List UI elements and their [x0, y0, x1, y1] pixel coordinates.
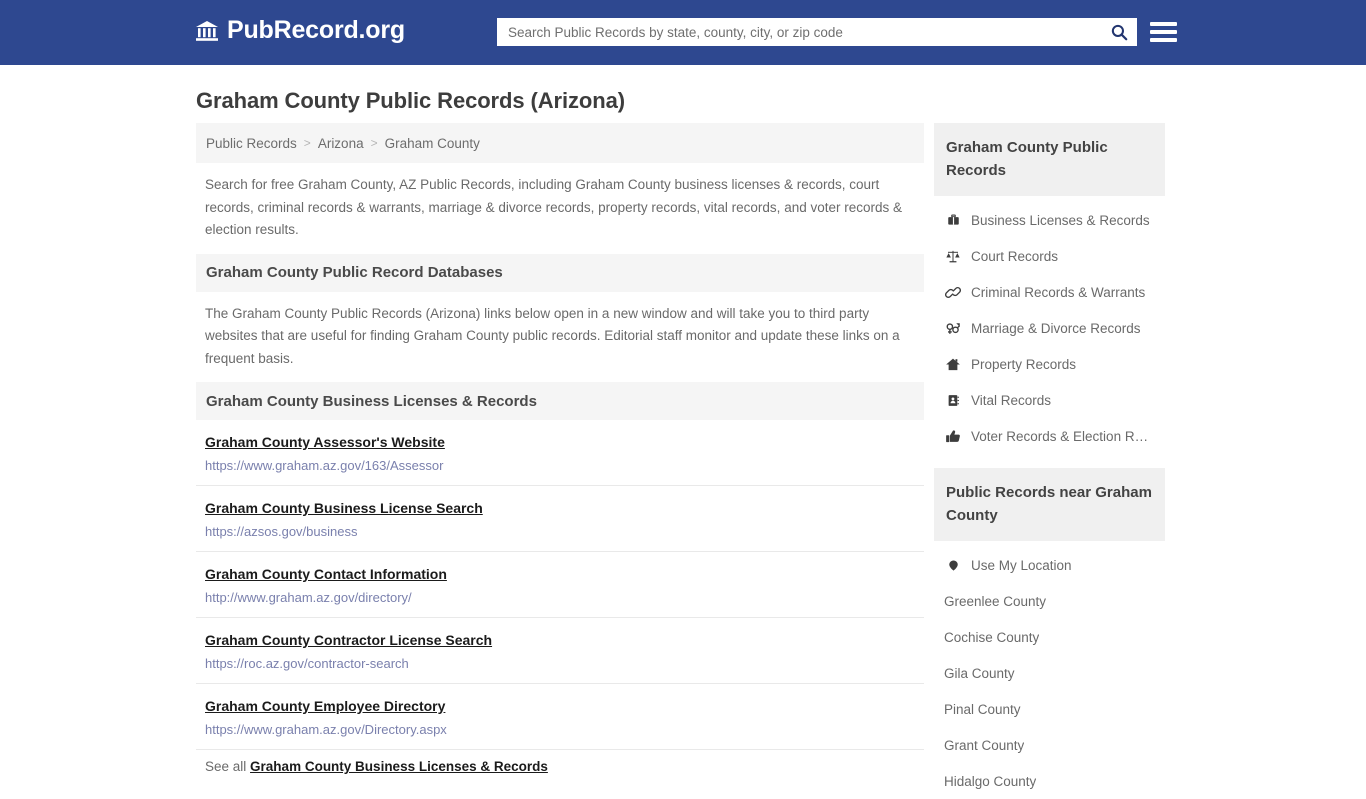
- sidebar-item-pinal-county[interactable]: Pinal County: [934, 691, 1165, 727]
- resource-url-link[interactable]: https://azsos.gov/business: [205, 523, 914, 540]
- sidebar-item-label: Hidalgo County: [944, 773, 1037, 789]
- sidebar-item-business-licenses[interactable]: Business Licenses & Records: [934, 202, 1165, 238]
- sidebar-item-gila-county[interactable]: Gila County: [934, 655, 1165, 691]
- resource-title-link[interactable]: Graham County Business License Search: [205, 499, 483, 518]
- site-logo-link[interactable]: PubRecord.org: [195, 18, 405, 43]
- handcuffs-icon: [944, 284, 962, 300]
- hamburger-menu-icon[interactable]: [1150, 18, 1177, 45]
- see-all-prefix: See all: [205, 759, 247, 774]
- list-item: Graham County Employee Directory https:/…: [196, 684, 924, 750]
- sidebar-item-label: Marriage & Divorce Records: [971, 320, 1141, 336]
- resource-title-link[interactable]: Graham County Employee Directory: [205, 697, 445, 716]
- resource-title-link[interactable]: Graham County Contractor License Search: [205, 631, 492, 650]
- intro-paragraph: Search for free Graham County, AZ Public…: [205, 177, 902, 237]
- bank-icon: [196, 20, 218, 41]
- resource-title-link[interactable]: Graham County Assessor's Website: [205, 433, 445, 452]
- breadcrumb: Public Records > Arizona > Graham County: [196, 123, 924, 163]
- sidebar-item-greenlee-county[interactable]: Greenlee County: [934, 583, 1165, 619]
- sidebar-item-label: Criminal Records & Warrants: [971, 284, 1146, 300]
- breadcrumb-item-arizona[interactable]: Arizona: [318, 136, 364, 151]
- main-content-column: Public Records > Arizona > Graham County…: [196, 123, 924, 784]
- search-button[interactable]: [1102, 19, 1136, 45]
- thumbs-up-icon: [944, 428, 962, 444]
- home-icon: [944, 356, 962, 372]
- databases-paragraph: The Graham County Public Records (Arizon…: [205, 305, 900, 366]
- list-item: Graham County Contractor License Search …: [196, 618, 924, 684]
- venus-mars-icon: [944, 320, 962, 336]
- sidebar-item-use-my-location[interactable]: Use My Location: [934, 547, 1165, 583]
- sidebar-item-vital-records[interactable]: Vital Records: [934, 382, 1165, 418]
- sidebar-item-label: Cochise County: [944, 629, 1040, 645]
- section-heading-databases: Graham County Public Record Databases: [196, 253, 924, 292]
- sidebar-item-voter-records[interactable]: Voter Records & Election R…: [934, 418, 1165, 454]
- hamburger-bar: [1150, 29, 1177, 34]
- sidebar-item-marriage-divorce[interactable]: Marriage & Divorce Records: [934, 310, 1165, 346]
- sidebar-item-court-records[interactable]: Court Records: [934, 238, 1165, 274]
- sidebar-nearby-list: Use My Location Greenlee County Cochise …: [934, 541, 1165, 799]
- breadcrumb-item-public-records[interactable]: Public Records: [206, 136, 297, 151]
- list-item: Graham County Contact Information http:/…: [196, 552, 924, 618]
- search-bar: [497, 18, 1137, 46]
- sidebar-records-list: Business Licenses & Records Court Record…: [934, 196, 1165, 454]
- list-item: Graham County Assessor's Website https:/…: [196, 420, 924, 486]
- sidebar-item-grant-county[interactable]: Grant County: [934, 727, 1165, 763]
- scales-of-justice-icon: [944, 248, 962, 264]
- sidebar-item-label: Property Records: [971, 356, 1077, 372]
- sidebar-item-label: Use My Location: [971, 557, 1072, 573]
- breadcrumb-separator: >: [370, 136, 378, 150]
- sidebar-heading-nearby: Public Records near Graham County: [934, 468, 1165, 541]
- address-book-icon: [944, 392, 962, 408]
- resource-url-link[interactable]: https://www.graham.az.gov/163/Assessor: [205, 457, 914, 474]
- search-icon: [1111, 24, 1127, 40]
- hamburger-bar: [1150, 37, 1177, 42]
- resource-title-link[interactable]: Graham County Contact Information: [205, 565, 447, 584]
- search-input[interactable]: [498, 19, 1102, 45]
- sidebar-item-label: Business Licenses & Records: [971, 212, 1150, 228]
- breadcrumb-separator: >: [303, 136, 311, 150]
- see-all-link[interactable]: Graham County Business Licenses & Record…: [250, 759, 548, 774]
- resource-url-link[interactable]: http://www.graham.az.gov/directory/: [205, 589, 914, 606]
- breadcrumb-item-graham-county[interactable]: Graham County: [385, 136, 480, 151]
- section-heading-business-licenses: Graham County Business Licenses & Record…: [196, 382, 924, 420]
- site-logo-text: PubRecord.org: [227, 16, 405, 44]
- sidebar: Graham County Public Records Business Li…: [934, 123, 1165, 799]
- sidebar-panel-records: Graham County Public Records Business Li…: [934, 123, 1165, 454]
- site-header: PubRecord.org: [0, 0, 1366, 65]
- sidebar-item-label: Grant County: [944, 737, 1025, 753]
- sidebar-panel-nearby: Public Records near Graham County Use My…: [934, 468, 1165, 799]
- page-title: Graham County Public Records (Arizona): [196, 88, 625, 113]
- resource-url-link[interactable]: https://www.graham.az.gov/Directory.aspx: [205, 721, 914, 738]
- business-links-list: Graham County Assessor's Website https:/…: [196, 420, 924, 784]
- sidebar-item-label: Greenlee County: [944, 593, 1047, 609]
- sidebar-item-label: Pinal County: [944, 701, 1021, 717]
- map-pin-icon: [944, 557, 962, 573]
- sidebar-item-label: Vital Records: [971, 392, 1052, 408]
- sidebar-item-hidalgo-county[interactable]: Hidalgo County: [934, 763, 1165, 799]
- see-all-row: See all Graham County Business Licenses …: [196, 750, 924, 784]
- sidebar-item-property-records[interactable]: Property Records: [934, 346, 1165, 382]
- hamburger-bar: [1150, 21, 1177, 26]
- sidebar-item-label: Gila County: [944, 665, 1015, 681]
- sidebar-item-cochise-county[interactable]: Cochise County: [934, 619, 1165, 655]
- list-item: Graham County Business License Search ht…: [196, 486, 924, 552]
- sidebar-heading-records: Graham County Public Records: [934, 123, 1165, 196]
- sidebar-item-criminal-records[interactable]: Criminal Records & Warrants: [934, 274, 1165, 310]
- sidebar-item-label: Voter Records & Election R…: [971, 428, 1149, 444]
- briefcase-icon: [944, 212, 962, 228]
- sidebar-item-label: Court Records: [971, 248, 1059, 264]
- resource-url-link[interactable]: https://roc.az.gov/contractor-search: [205, 655, 914, 672]
